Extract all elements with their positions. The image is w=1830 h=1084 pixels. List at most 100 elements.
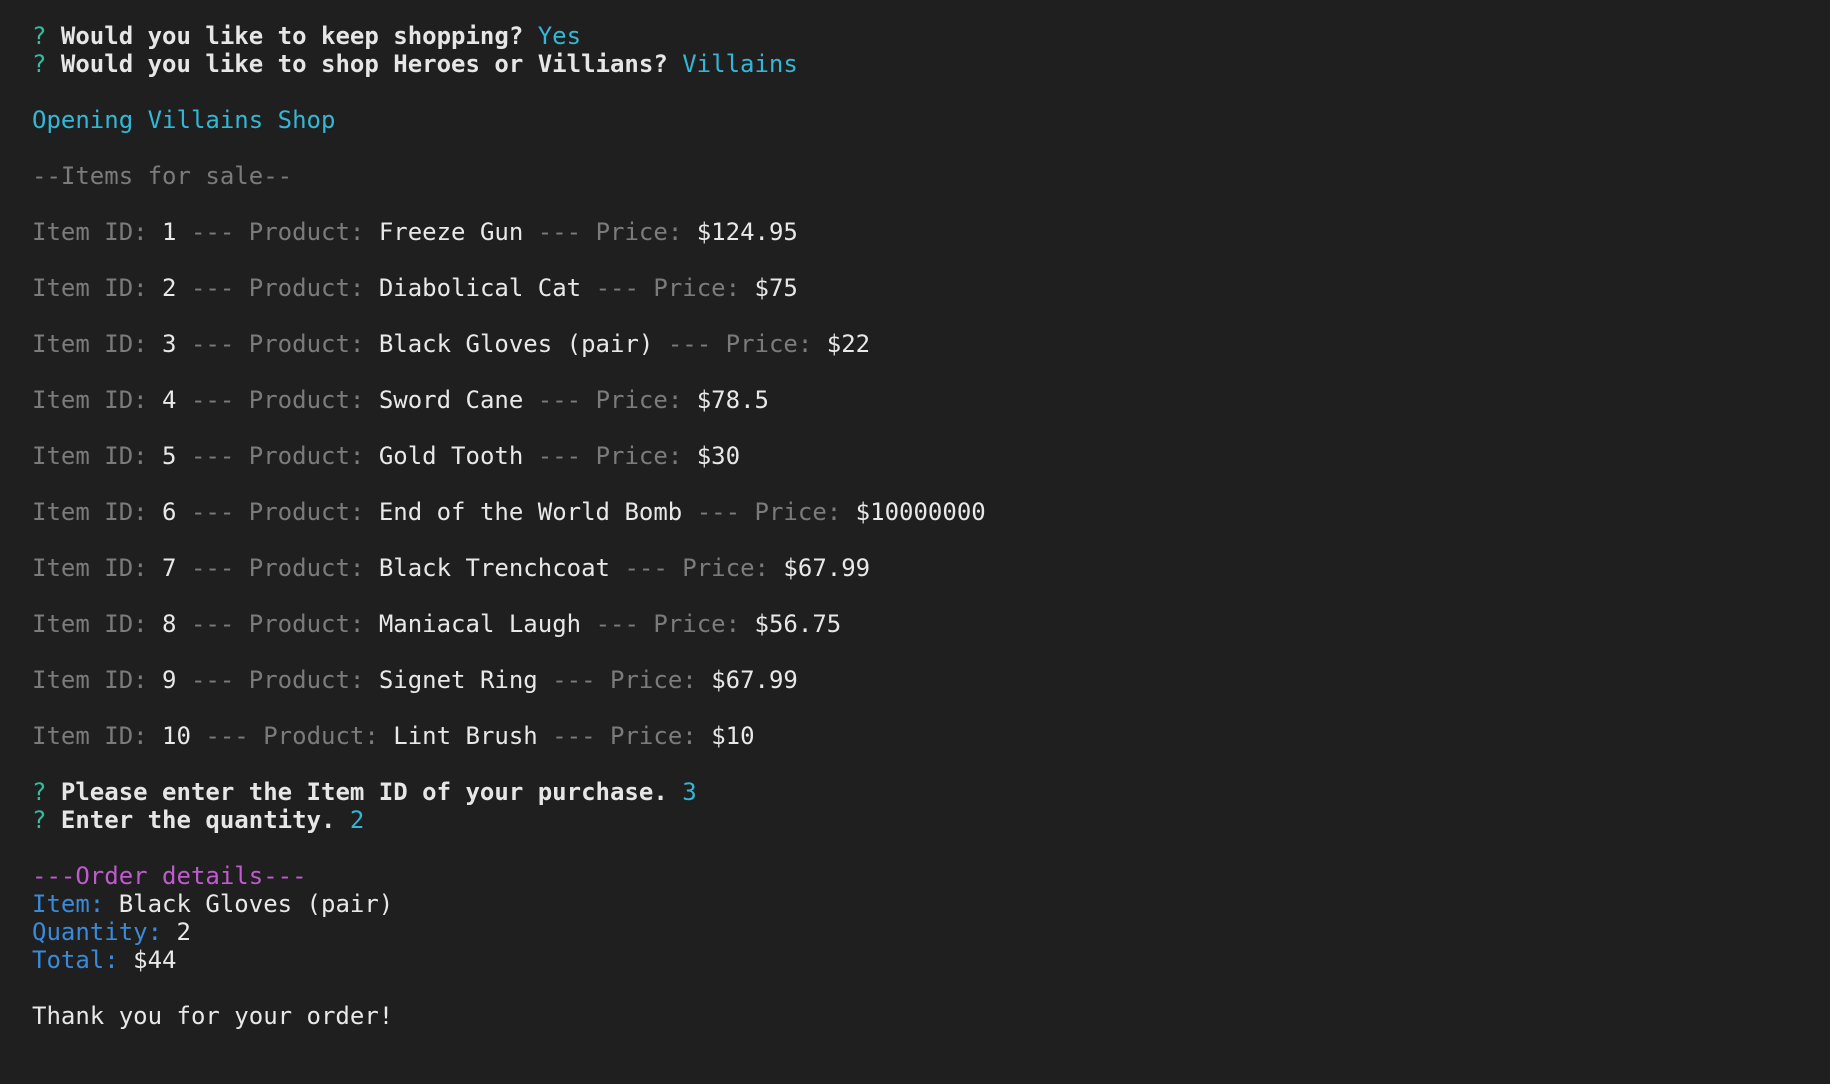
price-label: Price: xyxy=(610,666,697,694)
separator: --- xyxy=(190,386,235,414)
item-id-label: Item ID: xyxy=(32,498,148,526)
item-row: Item ID: 4 --- Product: Sword Cane --- P… xyxy=(32,386,1812,414)
order-item-label: Item: xyxy=(32,890,105,918)
separator: --- xyxy=(190,498,235,526)
product-value: Black Trenchcoat xyxy=(378,554,610,582)
product-value: Freeze Gun xyxy=(378,218,524,246)
product-value: Sword Cane xyxy=(378,386,524,414)
order-item: Item: Black Gloves (pair) xyxy=(32,890,1812,918)
order-details-header: ---Order details--- xyxy=(32,862,307,890)
prompt-answer: Yes xyxy=(537,22,582,50)
item-id-value: 10 xyxy=(162,722,191,750)
price-value: $10 xyxy=(711,722,755,750)
price-value: $10000000 xyxy=(855,498,986,526)
product-label: Product: xyxy=(248,610,365,638)
product-label: Product: xyxy=(248,442,365,470)
item-row: Item ID: 7 --- Product: Black Trenchcoat… xyxy=(32,554,1812,582)
price-label: Price: xyxy=(725,330,813,358)
question-mark: ? xyxy=(32,778,47,806)
item-id-value: 4 xyxy=(162,386,177,414)
item-id-value: 7 xyxy=(162,554,177,582)
product-label: Product: xyxy=(248,386,365,414)
item-id-value: 8 xyxy=(162,610,177,638)
product-label: Product: xyxy=(248,666,365,694)
price-value: $78.5 xyxy=(696,386,769,414)
order-total: Total: $44 xyxy=(32,946,1812,974)
thank-you-message: Thank you for your order! xyxy=(32,1002,394,1030)
prompt-question: Would you like to shop Heroes or Villian… xyxy=(60,50,668,78)
question-mark: ? xyxy=(32,22,47,50)
prompt-item-id: ? Please enter the Item ID of your purch… xyxy=(32,778,1812,806)
items-header: --Items for sale-- xyxy=(32,162,293,190)
separator: --- xyxy=(190,610,235,638)
product-label: Product: xyxy=(248,330,365,358)
price-value: $67.99 xyxy=(711,666,798,694)
item-row: Item ID: 10 --- Product: Lint Brush --- … xyxy=(32,722,1812,750)
item-row: Item ID: 9 --- Product: Signet Ring --- … xyxy=(32,666,1812,694)
price-value: $56.75 xyxy=(754,610,842,638)
item-row: Item ID: 5 --- Product: Gold Tooth --- P… xyxy=(32,442,1812,470)
product-label: Product: xyxy=(263,722,379,750)
separator: --- xyxy=(595,610,639,638)
separator: --- xyxy=(190,218,235,246)
price-label: Price: xyxy=(653,274,741,302)
order-total-value: $44 xyxy=(133,946,177,974)
item-id-label: Item ID: xyxy=(32,218,148,246)
product-value: Signet Ring xyxy=(378,666,538,694)
item-id-value: 5 xyxy=(162,442,177,470)
product-value: Diabolical Cat xyxy=(378,274,582,302)
items-list: Item ID: 1 --- Product: Freeze Gun --- P… xyxy=(32,218,1812,750)
separator: --- xyxy=(537,218,582,246)
shop-open-message: Opening Villains Shop xyxy=(32,106,336,134)
item-row: Item ID: 1 --- Product: Freeze Gun --- P… xyxy=(32,218,1812,246)
price-label: Price: xyxy=(595,218,683,246)
prompt-question: Would you like to keep shopping? xyxy=(60,22,524,50)
item-row: Item ID: 8 --- Product: Maniacal Laugh -… xyxy=(32,610,1812,638)
separator: --- xyxy=(595,274,639,302)
price-label: Price: xyxy=(653,610,741,638)
price-value: $124.95 xyxy=(696,218,798,246)
product-label: Product: xyxy=(248,498,365,526)
price-label: Price: xyxy=(595,442,683,470)
item-row: Item ID: 3 --- Product: Black Gloves (pa… xyxy=(32,330,1812,358)
separator: --- xyxy=(552,722,596,750)
product-label: Product: xyxy=(248,218,365,246)
product-value: Black Gloves (pair) xyxy=(378,330,654,358)
price-label: Price: xyxy=(610,722,697,750)
prompt-answer: 3 xyxy=(682,778,697,806)
item-id-value: 1 xyxy=(162,218,177,246)
item-id-label: Item ID: xyxy=(32,274,148,302)
separator: --- xyxy=(190,330,235,358)
separator: --- xyxy=(190,666,235,694)
product-value: End of the World Bomb xyxy=(378,498,683,526)
item-id-label: Item ID: xyxy=(32,386,148,414)
item-id-value: 6 xyxy=(162,498,177,526)
price-label: Price: xyxy=(754,498,842,526)
separator: --- xyxy=(667,330,712,358)
order-quantity: Quantity: 2 xyxy=(32,918,1812,946)
item-row: Item ID: 6 --- Product: End of the World… xyxy=(32,498,1812,526)
item-row: Item ID: 2 --- Product: Diabolical Cat -… xyxy=(32,274,1812,302)
separator: --- xyxy=(190,442,235,470)
item-id-label: Item ID: xyxy=(32,442,148,470)
separator: --- xyxy=(537,386,582,414)
price-value: $67.99 xyxy=(783,554,871,582)
terminal-output: ? Would you like to keep shopping? Yes ?… xyxy=(32,22,1812,1030)
prompt-answer: 2 xyxy=(349,806,365,834)
separator: --- xyxy=(205,722,249,750)
price-value: $22 xyxy=(826,330,871,358)
item-id-label: Item ID: xyxy=(32,554,148,582)
order-quantity-label: Quantity: xyxy=(32,918,163,946)
order-quantity-value: 2 xyxy=(176,918,191,946)
order-total-label: Total: xyxy=(32,946,119,974)
item-id-label: Item ID: xyxy=(32,722,148,750)
separator: --- xyxy=(552,666,596,694)
prompt-keep-shopping: ? Would you like to keep shopping? Yes xyxy=(32,22,1812,50)
price-label: Price: xyxy=(682,554,769,582)
product-label: Product: xyxy=(248,274,365,302)
question-mark: ? xyxy=(32,50,47,78)
product-label: Product: xyxy=(248,554,365,582)
item-id-label: Item ID: xyxy=(32,610,148,638)
separator: --- xyxy=(190,554,235,582)
separator: --- xyxy=(696,498,741,526)
